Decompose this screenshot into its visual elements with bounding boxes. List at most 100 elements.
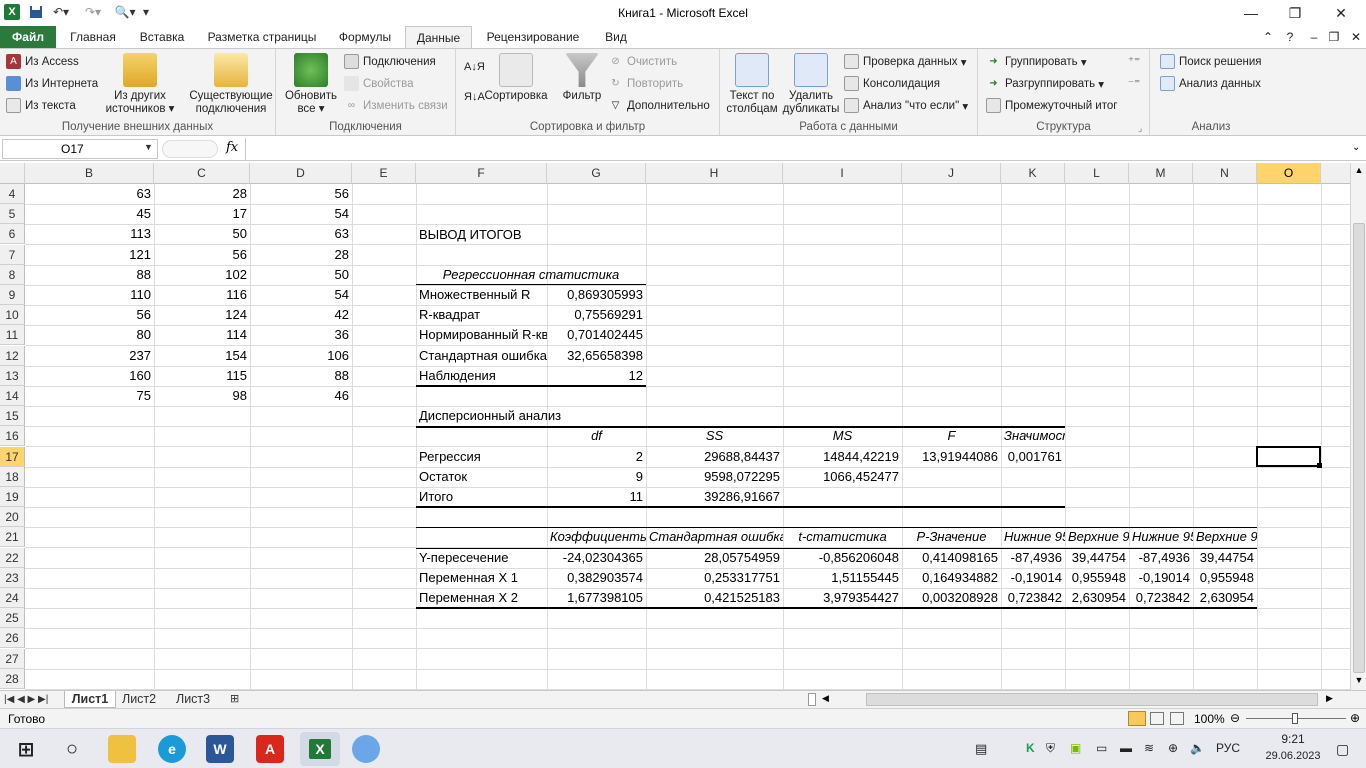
reg-stat-label[interactable]: Множественный R xyxy=(416,285,547,305)
reg-stat-label[interactable]: Нормированный R-квадрат xyxy=(416,325,547,345)
coef-cell[interactable]: -0,19014 xyxy=(1001,568,1065,588)
anova-title[interactable]: Дисперсионный анализ xyxy=(416,406,616,426)
anova-cell[interactable] xyxy=(902,467,1001,487)
data-cell[interactable]: 42 xyxy=(250,305,352,325)
coef-cell[interactable]: 0,955948 xyxy=(1065,568,1129,588)
clear-filter-button[interactable]: ⊘ Очистить xyxy=(608,54,677,69)
row-header[interactable]: 18 xyxy=(0,466,25,487)
coef-cell[interactable]: 3,979354427 xyxy=(783,588,902,608)
data-cell[interactable]: 160 xyxy=(25,366,154,386)
coef-cell[interactable]: 0,003208928 xyxy=(902,588,1001,608)
data-cell[interactable]: 116 xyxy=(154,285,250,305)
coef-cell[interactable]: Переменная X 2 xyxy=(416,588,547,608)
anova-cell[interactable] xyxy=(902,487,1001,507)
col-header-c[interactable]: C xyxy=(154,163,250,184)
scroll-up-icon[interactable]: ▲ xyxy=(1353,165,1365,177)
coef-cell[interactable]: 1,51155445 xyxy=(783,568,902,588)
coef-header[interactable]: Стандартная ошибка xyxy=(646,527,783,547)
formula-input[interactable] xyxy=(245,138,1348,160)
coef-cell[interactable]: 2,630954 xyxy=(1065,588,1129,608)
pdf-reader-icon[interactable]: A xyxy=(256,735,284,763)
reg-stat-value[interactable]: 0,869305993 xyxy=(547,285,646,305)
coef-header[interactable]: Нижние 95% xyxy=(1001,527,1065,547)
row-header[interactable]: 8 xyxy=(0,264,25,285)
from-access-button[interactable]: A Из Access xyxy=(6,54,79,69)
col-header-i[interactable]: I xyxy=(783,163,902,184)
group-button[interactable]: ➜ Группировать ▾ xyxy=(986,54,1086,69)
hscroll-left-icon[interactable]: ◀ xyxy=(822,693,829,704)
wb-minimize-icon[interactable]: – xyxy=(1304,26,1324,48)
data-cell[interactable]: 45 xyxy=(25,204,154,224)
col-header-d[interactable]: D xyxy=(250,163,352,184)
coef-cell[interactable]: Y-пересечение xyxy=(416,548,547,568)
coef-cell[interactable]: 39,44754 xyxy=(1065,548,1129,568)
app-icon[interactable] xyxy=(352,735,380,763)
data-cell[interactable]: 80 xyxy=(25,325,154,345)
anova-cell[interactable]: 14844,42219 xyxy=(783,447,902,467)
coef-header[interactable]: Коэффициенты xyxy=(547,527,646,547)
restore-button[interactable]: ❐ xyxy=(1272,0,1318,26)
coef-cell[interactable]: 1,677398105 xyxy=(547,588,646,608)
col-header-n[interactable]: N xyxy=(1193,163,1257,184)
data-analysis-button[interactable]: Анализ данных xyxy=(1160,76,1261,91)
coef-cell[interactable]: 0,382903574 xyxy=(547,568,646,588)
refresh-all-button[interactable]: Обновить все ▾ xyxy=(280,53,342,116)
data-cell[interactable]: 124 xyxy=(154,305,250,325)
close-button[interactable]: ✕ xyxy=(1318,0,1364,26)
data-cell[interactable]: 56 xyxy=(154,245,250,265)
coef-cell[interactable]: 0,723842 xyxy=(1001,588,1065,608)
anova-cell[interactable]: 9598,072295 xyxy=(646,467,783,487)
row-header[interactable]: 22 xyxy=(0,547,25,568)
globe-icon[interactable]: ⊕ xyxy=(1168,741,1178,755)
edge-browser-icon[interactable]: e xyxy=(158,735,186,763)
row-header[interactable]: 15 xyxy=(0,406,25,427)
reg-stat-value[interactable]: 0,701402445 xyxy=(547,325,646,345)
windows-start-icon[interactable]: ⊞ xyxy=(12,735,40,763)
anova-cell[interactable]: 11 xyxy=(547,487,646,507)
name-box-dropdown-icon[interactable]: ▼ xyxy=(144,142,153,152)
solver-button[interactable]: Поиск решения xyxy=(1160,54,1261,69)
coef-header[interactable]: Нижние 95,0% xyxy=(1129,527,1193,547)
data-cell[interactable]: 56 xyxy=(250,184,352,204)
anova-cell[interactable]: Остаток xyxy=(416,467,547,487)
coef-cell[interactable]: -87,4936 xyxy=(1129,548,1193,568)
anova-header[interactable]: MS xyxy=(783,426,902,446)
data-cell[interactable]: 54 xyxy=(250,285,352,305)
anova-cell[interactable]: 0,001761 xyxy=(1001,447,1065,467)
from-web-button[interactable]: Из Интернета xyxy=(6,76,98,91)
tab-file[interactable]: Файл xyxy=(0,26,56,48)
row-header[interactable]: 10 xyxy=(0,305,25,326)
connections-button[interactable]: Подключения xyxy=(344,54,436,69)
kaspersky-icon[interactable]: K xyxy=(1026,741,1035,755)
sort-button[interactable]: Сортировка xyxy=(482,53,550,103)
insert-function-icon[interactable]: fx xyxy=(226,140,238,155)
name-box[interactable]: O17 xyxy=(2,139,158,159)
zoom-in-icon[interactable]: ⊕ xyxy=(1350,711,1360,725)
data-cell[interactable]: 63 xyxy=(250,224,352,244)
row-header[interactable]: 12 xyxy=(0,345,25,366)
reg-stat-label[interactable]: Стандартная ошибка xyxy=(416,346,547,366)
anova-cell[interactable]: 13,91944086 xyxy=(902,447,1001,467)
hscroll-right-icon[interactable]: ▶ xyxy=(1326,693,1333,704)
usb-icon[interactable]: ▭ xyxy=(1096,741,1107,755)
from-other-sources-button[interactable]: Из других источников ▾ xyxy=(104,53,176,116)
reapply-button[interactable]: ↻ Повторить xyxy=(608,76,683,91)
excel-taskbar-icon[interactable]: X xyxy=(300,732,340,766)
tab-page-layout[interactable]: Разметка страницы xyxy=(202,26,322,48)
col-header-b[interactable]: B xyxy=(25,163,154,184)
anova-header[interactable]: F xyxy=(902,426,1001,446)
coef-cell[interactable]: Переменная X 1 xyxy=(416,568,547,588)
anova-header[interactable]: Значимость F xyxy=(1001,426,1065,446)
nvidia-icon[interactable]: ▣ xyxy=(1070,741,1081,755)
reg-stat-value[interactable]: 12 xyxy=(547,366,646,386)
page-layout-view-icon[interactable] xyxy=(1150,712,1164,725)
row-header[interactable]: 21 xyxy=(0,527,25,548)
advanced-filter-button[interactable]: ▽ Дополнительно xyxy=(608,98,710,113)
outline-dialog-launcher-icon[interactable]: ⌟ xyxy=(1138,123,1142,134)
edit-links-button[interactable]: ∞ Изменить связи xyxy=(344,98,448,113)
remove-duplicates-button[interactable]: Удалить дубликаты xyxy=(782,53,840,116)
data-cell[interactable]: 114 xyxy=(154,325,250,345)
page-break-view-icon[interactable] xyxy=(1170,712,1184,725)
coef-cell[interactable]: -87,4936 xyxy=(1001,548,1065,568)
anova-cell[interactable]: Регрессия xyxy=(416,447,547,467)
